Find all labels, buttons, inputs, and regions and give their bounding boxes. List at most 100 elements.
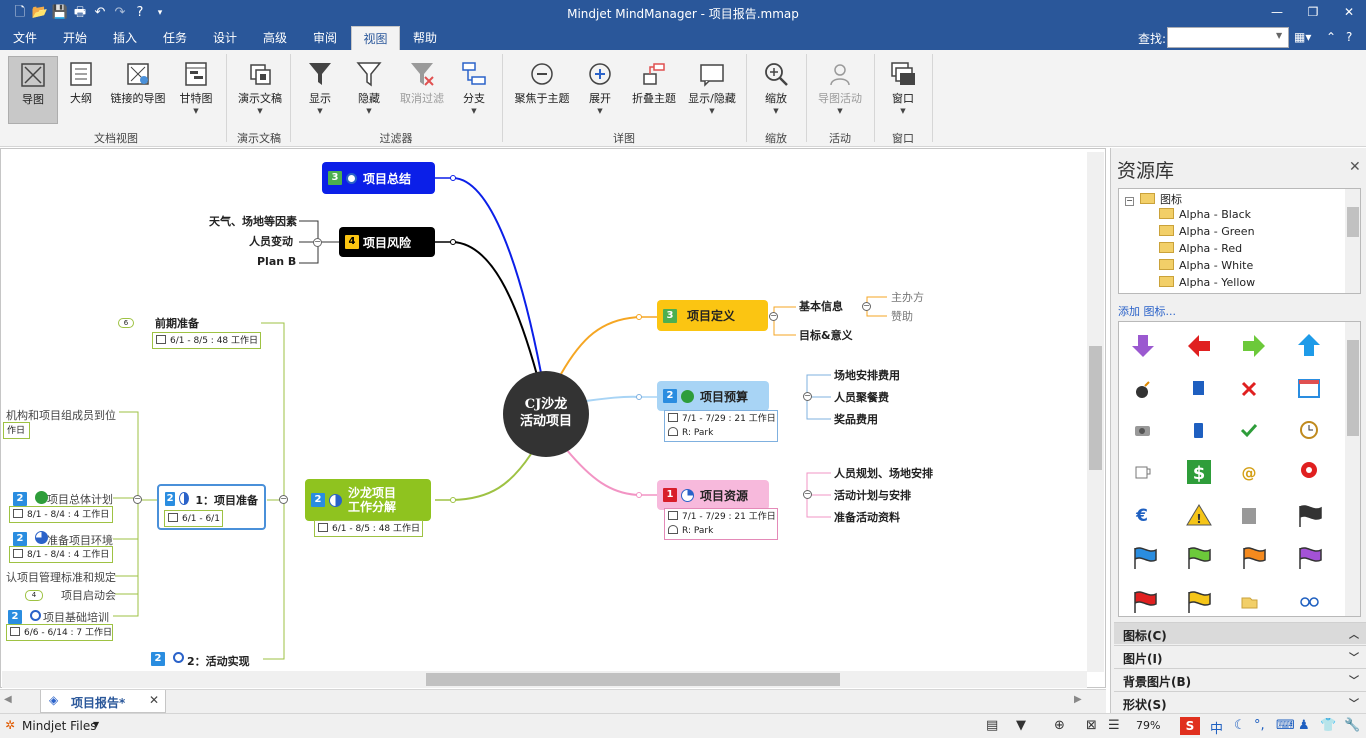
- definition-child-1[interactable]: 基本信息: [799, 298, 843, 314]
- zoom-level[interactable]: 79%: [1136, 719, 1160, 732]
- map-canvas[interactable]: CJ沙龙 活动项目 3 项目总结 4 项目风险 − 天气、场地等因素 人员变动 …: [0, 148, 1106, 688]
- mindjet-files-menu[interactable]: Mindjet Files: [22, 719, 96, 733]
- topic-summary[interactable]: 3 项目总结: [322, 162, 435, 194]
- gantt-button[interactable]: 甘特图 ▼: [174, 56, 218, 124]
- tab-help[interactable]: 帮助: [404, 26, 446, 50]
- at-sign-icon[interactable]: @: [1242, 464, 1257, 482]
- flag-orange-icon[interactable]: [1243, 547, 1266, 569]
- filter-show-button[interactable]: 显示 ▼: [298, 56, 342, 124]
- ime-logo-icon[interactable]: S: [1180, 717, 1200, 735]
- search-options-icon[interactable]: ▦▾: [1294, 30, 1311, 44]
- section-icons[interactable]: 图标(C) ︿: [1114, 622, 1366, 644]
- tab-insert[interactable]: 插入: [104, 26, 146, 50]
- tab-file[interactable]: 文件: [4, 26, 46, 50]
- branch-button[interactable]: 分支 ▼: [452, 56, 496, 124]
- tree-item[interactable]: Alpha - White: [1159, 259, 1253, 276]
- help-circle-icon[interactable]: ?: [1346, 30, 1352, 44]
- tab-design[interactable]: 设计: [204, 26, 246, 50]
- minimize-button[interactable]: —: [1260, 0, 1294, 26]
- topic-risk[interactable]: 4 项目风险: [339, 227, 435, 257]
- section-images[interactable]: 图片(I) ﹀: [1114, 645, 1366, 667]
- check-green-icon[interactable]: [1240, 423, 1258, 438]
- add-icon-link[interactable]: 添加 图标...: [1118, 303, 1176, 319]
- folder-open-icon[interactable]: [1241, 597, 1258, 609]
- clock-icon[interactable]: [1300, 421, 1318, 439]
- left-item-train[interactable]: 项目基础培训: [43, 609, 109, 625]
- topic-impl-label[interactable]: 2：活动实现: [187, 653, 250, 669]
- punctuation-icon[interactable]: °,: [1254, 718, 1265, 733]
- warning-icon[interactable]: !: [1186, 504, 1212, 526]
- flag-black-icon[interactable]: [1299, 505, 1322, 527]
- cancel-filter-button[interactable]: 取消过滤: [396, 56, 448, 124]
- close-tab-icon[interactable]: ✕: [149, 693, 159, 707]
- zoom-fit-icon[interactable]: ⊕: [1054, 718, 1065, 733]
- window-button[interactable]: 窗口 ▼: [882, 56, 924, 124]
- calculator-icon[interactable]: [1242, 508, 1256, 524]
- map-activity-button[interactable]: 导图活动 ▼: [814, 56, 866, 124]
- vertical-scroll-thumb[interactable]: [1089, 346, 1102, 470]
- collapse-toggle[interactable]: −: [862, 302, 871, 311]
- scroll-tabs-right-icon[interactable]: ▶: [1074, 694, 1082, 705]
- flag-green-icon[interactable]: [1188, 547, 1211, 569]
- linked-map-button[interactable]: 链接的导图: [106, 56, 170, 124]
- tab-review[interactable]: 审阅: [304, 26, 346, 50]
- icon-grid-scrollbar[interactable]: [1345, 322, 1360, 616]
- map-view-button[interactable]: 导图: [8, 56, 58, 124]
- document-tab[interactable]: ◈ 项目报告* ✕: [40, 690, 166, 713]
- tree-item[interactable]: Alpha - Red: [1159, 242, 1242, 259]
- definition-child-2[interactable]: 目标&意义: [799, 327, 853, 343]
- topic-breakdown[interactable]: 2 沙龙项目 工作分解: [305, 479, 431, 521]
- horizontal-scroll-thumb[interactable]: [426, 673, 840, 686]
- keyboard-icon[interactable]: ⌨: [1276, 718, 1295, 733]
- tab-home[interactable]: 开始: [54, 26, 96, 50]
- tree-item[interactable]: Alpha - Black: [1159, 208, 1251, 225]
- central-topic[interactable]: CJ沙龙 活动项目: [503, 371, 589, 457]
- left-item-plan[interactable]: 项目总体计划: [47, 491, 113, 507]
- section-shapes[interactable]: 形状(S) ﹀: [1114, 691, 1366, 713]
- filter-hide-button[interactable]: 隐藏 ▼: [346, 56, 392, 124]
- left-item-kickoff[interactable]: 项目启动会: [61, 587, 116, 603]
- tree-collapse-icon[interactable]: −: [1125, 197, 1134, 206]
- show-hide-button[interactable]: 显示/隐藏 ▼: [684, 56, 740, 124]
- wrench-icon[interactable]: 🔧: [1344, 718, 1360, 733]
- resources-child-3[interactable]: 准备活动资料: [834, 509, 900, 525]
- tree-item[interactable]: Alpha - Yellow: [1159, 276, 1255, 293]
- tab-view[interactable]: 视图: [351, 26, 400, 50]
- tree-item[interactable]: Alpha - Green: [1159, 225, 1255, 242]
- moon-icon[interactable]: ☾: [1234, 718, 1246, 733]
- search-dropdown-icon[interactable]: ▼: [1276, 31, 1282, 40]
- risk-child-1[interactable]: 天气、场地等因素: [209, 213, 297, 229]
- budget-child-3[interactable]: 奖品费用: [834, 411, 878, 427]
- tree-root[interactable]: − 图标: [1125, 191, 1182, 208]
- collapse-toggle[interactable]: −: [803, 490, 812, 499]
- topic-budget[interactable]: 2 项目预算: [657, 381, 769, 411]
- icon-grid[interactable]: $ @ € !: [1118, 321, 1361, 617]
- cross-red-icon[interactable]: [1241, 381, 1257, 397]
- left-item-org[interactable]: 机构和项目组成员到位: [6, 407, 116, 423]
- filter-status-icon[interactable]: ▼: [1016, 718, 1026, 733]
- collapse-toggle[interactable]: −: [133, 495, 142, 504]
- collapse-toggle[interactable]: −: [279, 495, 288, 504]
- focus-topic-button[interactable]: 聚焦于主题: [510, 56, 574, 124]
- scroll-tabs-left-icon[interactable]: ◀: [4, 694, 12, 705]
- flag-blue-icon[interactable]: [1134, 547, 1157, 569]
- calendar-icon[interactable]: [1298, 379, 1320, 398]
- tab-task[interactable]: 任务: [154, 26, 196, 50]
- flag-purple-icon[interactable]: [1299, 547, 1322, 569]
- budget-child-1[interactable]: 场地安排费用: [834, 367, 900, 383]
- left-item-std[interactable]: 认项目管理标准和规定: [6, 569, 116, 585]
- page-view-icon[interactable]: ▤: [986, 718, 998, 733]
- shirt-icon[interactable]: 👕: [1320, 718, 1336, 733]
- topic-definition[interactable]: 3 项目定义: [657, 300, 768, 331]
- coffee-icon[interactable]: [1135, 466, 1151, 479]
- book-icon[interactable]: [1193, 381, 1204, 395]
- collapse-topic-button[interactable]: 折叠主题: [626, 56, 682, 124]
- collapse-toggle[interactable]: −: [803, 392, 812, 401]
- collapse-toggle[interactable]: −: [769, 312, 778, 321]
- icon-category-tree[interactable]: − 图标 Alpha - Black Alpha - Green Alpha - …: [1118, 188, 1361, 294]
- definition-grandchild-2[interactable]: 赞助: [891, 308, 913, 324]
- flag-yellow-icon[interactable]: [1188, 591, 1211, 613]
- ribbon-collapse-icon[interactable]: ⌃: [1326, 30, 1336, 44]
- phone-icon[interactable]: [1194, 423, 1203, 438]
- close-window-button[interactable]: ✕: [1332, 0, 1366, 26]
